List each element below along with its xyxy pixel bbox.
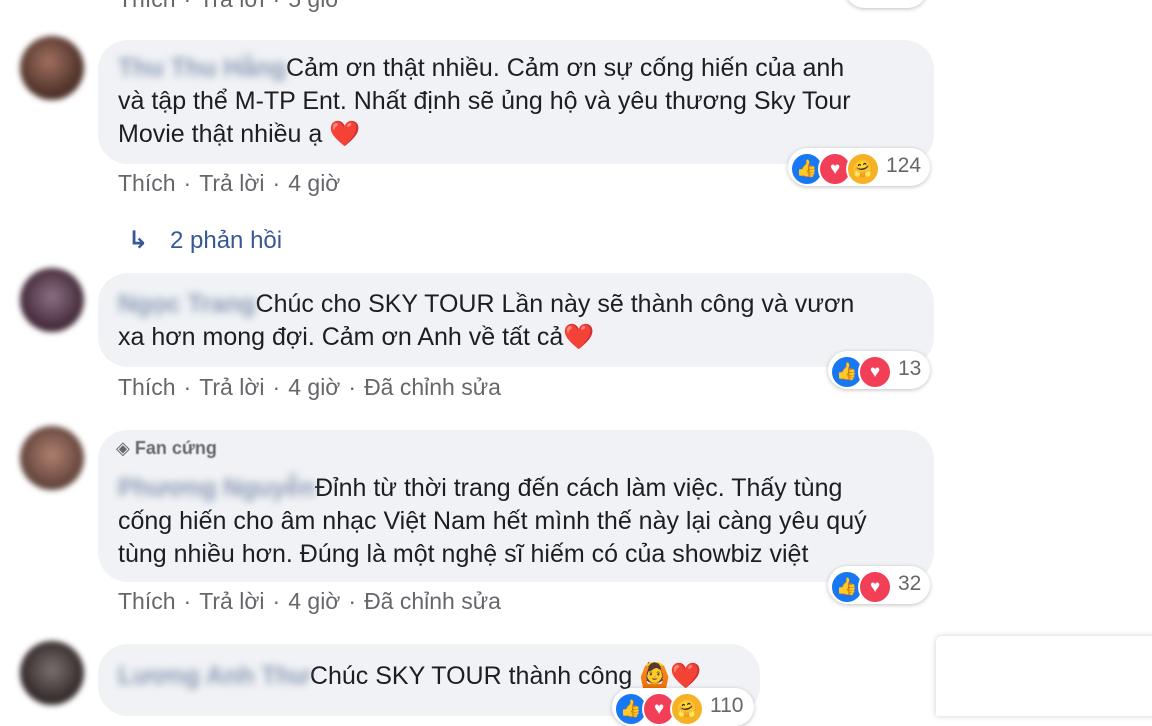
comment-text: Đỉnh từ thời trang đến cách làm việc. Th…	[315, 474, 843, 502]
care-reaction-icon: 🤗	[670, 692, 704, 726]
comment-bubble: ◈ Fan cứng Phương NguyễnĐỉnh từ thời tra…	[98, 430, 934, 582]
reaction-count: 124	[886, 154, 922, 177]
floating-panel-edge	[936, 636, 1152, 716]
avatar[interactable]	[20, 426, 84, 490]
badge-icon: ◈	[116, 438, 130, 458]
fan-badge: Fan cứng	[134, 438, 217, 458]
comment-text: Cảm ơn thật nhiều. Cảm ơn sự cống hiến c…	[286, 54, 845, 82]
commenter-name[interactable]: Thu Thu Hằng	[118, 54, 286, 82]
comment-text-line: và tập thể M-TP Ent. Nhất định sẽ ủng hộ…	[118, 87, 851, 115]
comment-text-line: Movie thật nhiều ạ	[118, 120, 323, 148]
like-action[interactable]: Thích	[118, 588, 176, 614]
emoji: 🙆❤️	[639, 662, 702, 690]
comment-meta: Thích · Trả lời · 4 giờ	[118, 170, 341, 196]
reply-arrow-icon: ↳	[128, 227, 149, 254]
edited-label[interactable]: Đã chỉnh sửa	[364, 588, 501, 614]
replies-count: 2 phản hồi	[170, 227, 283, 254]
comment-text-line: cống hiến cho âm nhạc Việt Nam hết mình …	[118, 507, 867, 535]
comment-text-line: xa hơn mong đợi. Cảm ơn Anh về tất cả	[118, 323, 564, 351]
reaction-count: 13	[898, 357, 922, 380]
love-reaction-icon: ♥	[858, 355, 892, 389]
like-action[interactable]: Thích	[118, 0, 176, 12]
comment-time[interactable]: 4 giờ	[288, 170, 340, 196]
reply-action[interactable]: Trả lời	[199, 0, 264, 12]
view-replies-link[interactable]: ↳ 2 phản hồi	[128, 226, 282, 255]
commenter-name[interactable]: Phương Nguyễn	[118, 474, 315, 502]
reaction-summary[interactable]: 👍 ♥ 13	[828, 351, 930, 389]
comment-text: Chúc SKY TOUR thành công	[309, 662, 633, 690]
avatar[interactable]	[20, 641, 84, 705]
comment-bubble: Thu Thu HằngCảm ơn thật nhiều. Cảm ơn sự…	[98, 40, 934, 164]
edited-label[interactable]: Đã chỉnh sửa	[364, 374, 501, 400]
comment-meta: Thích · Trả lời · 4 giờ · Đã chỉnh sửa	[118, 374, 501, 400]
reply-action[interactable]: Trả lời	[199, 588, 264, 614]
comment-meta-top: Thích·Trả lời·5 giờ	[118, 0, 340, 13]
reaction-count: 32	[898, 572, 922, 595]
avatar[interactable]	[20, 268, 84, 332]
reply-action[interactable]: Trả lời	[199, 374, 264, 400]
reaction-summary[interactable]: 👍 ♥ 🤗 124	[788, 148, 930, 186]
comment-bubble: Ngọc TrangChúc cho SKY TOUR Lần này sẽ t…	[98, 273, 934, 367]
reaction-summary-top[interactable]	[845, 0, 927, 8]
comment-meta: Thích · Trả lời · 4 giờ · Đã chỉnh sửa	[118, 588, 501, 614]
comment-text-line: tùng nhiều hơn. Đúng là một nghệ sĩ hiếm…	[118, 540, 809, 568]
love-reaction-icon: ♥	[858, 570, 892, 604]
avatar[interactable]	[20, 36, 84, 100]
heart-emoji: ❤️	[329, 120, 361, 148]
reaction-summary[interactable]: 👍 ♥ 🤗 110	[612, 688, 754, 726]
commenter-name[interactable]: Ngọc Trang	[118, 290, 256, 318]
like-action[interactable]: Thích	[118, 374, 176, 400]
reaction-count: 110	[710, 694, 744, 717]
reply-action[interactable]: Trả lời	[199, 170, 264, 196]
comment-text: Chúc cho SKY TOUR Lần này sẽ thành công …	[255, 290, 855, 318]
like-action[interactable]: Thích	[118, 170, 176, 196]
commenter-name[interactable]: Lương Anh Thư	[118, 662, 310, 690]
heart-emoji: ❤️	[563, 323, 595, 351]
care-reaction-icon: 🤗	[846, 152, 880, 186]
reaction-summary[interactable]: 👍 ♥ 32	[828, 566, 930, 604]
comment-time[interactable]: 4 giờ	[288, 588, 340, 614]
comment-time: 5 giờ	[288, 0, 340, 12]
comment-time[interactable]: 4 giờ	[288, 374, 340, 400]
